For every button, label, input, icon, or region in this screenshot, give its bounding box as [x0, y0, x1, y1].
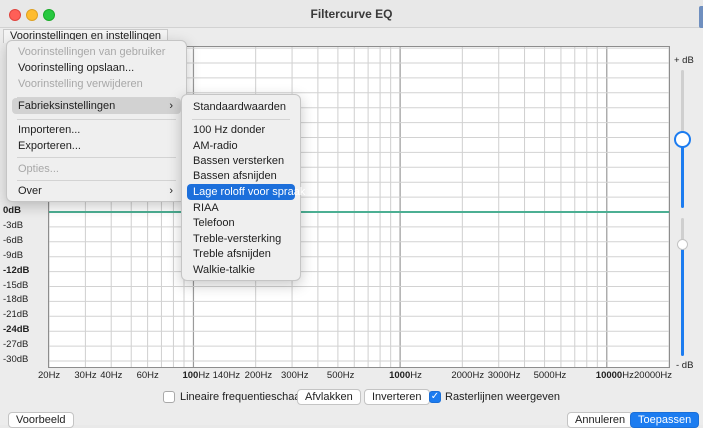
frequency-axis-label: 140Hz	[212, 370, 241, 381]
frequency-axis-label: 20Hz	[38, 370, 61, 381]
menu-separator	[17, 119, 176, 120]
max-db-slider-thumb[interactable]	[674, 131, 691, 148]
linear-scale-label[interactable]: Lineaire frequentieschaal	[180, 391, 303, 403]
flatten-button[interactable]: Afvlakken	[297, 389, 361, 405]
db-axis-label: -15dB	[3, 279, 29, 291]
frequency-axis-label: 10000Hz	[596, 370, 634, 381]
frequency-axis-label: 40Hz	[100, 370, 123, 381]
menu-separator	[17, 157, 176, 158]
linear-scale-checkbox[interactable]	[163, 391, 175, 403]
frequency-axis-label: 1000Hz	[389, 370, 422, 381]
cancel-button[interactable]: Annuleren	[567, 412, 634, 428]
preset-riaa[interactable]: RIAA	[187, 200, 295, 216]
graph-controls-row: Lineaire frequentieschaal Afvlakken Inve…	[0, 386, 703, 408]
preset-walkie-talkie[interactable]: Walkie-talkie	[187, 262, 295, 278]
frequency-axis-label: 30Hz	[74, 370, 97, 381]
factory-presets-submenu: Standaardwaarden 100 Hz donder AM-radio …	[181, 94, 305, 281]
min-db-slider-thumb[interactable]	[677, 239, 688, 250]
frequency-axis-label-unit: Hz	[410, 370, 422, 381]
invert-button[interactable]: Inverteren	[364, 389, 430, 405]
db-axis-label: -18dB	[3, 294, 29, 306]
filtercurve-eq-window: Filtercurve EQ Voorinstellingen en inste…	[0, 0, 703, 428]
preset-am-radio[interactable]: AM-radio	[187, 138, 295, 154]
background-window-edge	[699, 6, 703, 28]
menu-item-import[interactable]: Importeren...	[12, 122, 181, 138]
menu-item-save-preset[interactable]: Voorinstelling opslaan...	[12, 60, 181, 76]
menu-item-export[interactable]: Exporteren...	[12, 138, 181, 154]
menu-separator	[17, 180, 176, 181]
frequency-axis-label: 200Hz	[244, 370, 273, 381]
db-axis-label: 0dB	[3, 205, 21, 216]
db-axis-label: -6dB	[3, 234, 24, 246]
menu-item-factory-presets[interactable]: Fabrieksinstellingen ›	[12, 98, 181, 114]
db-axis-label: -9dB	[3, 249, 24, 261]
preset-low-rolloff-speech[interactable]: Lage roloff voor spraak	[187, 184, 305, 200]
preset-100hz-thunder[interactable]: 100 Hz donder	[187, 122, 295, 138]
menu-item-about-label: Over	[18, 185, 42, 197]
max-db-slider-track-upper[interactable]	[681, 70, 684, 138]
title-bar: Filtercurve EQ	[0, 0, 703, 28]
frequency-axis-label: 100Hz	[182, 370, 209, 381]
frequency-axis-label: 500Hz	[326, 370, 355, 381]
preset-telephone[interactable]: Telefoon	[187, 215, 295, 231]
frequency-axis-label: 3000Hz	[487, 370, 521, 381]
frequency-axis-label-value: 10000	[595, 370, 623, 381]
db-axis-label: -24dB	[3, 324, 30, 336]
submenu-separator	[192, 119, 290, 120]
frequency-axis-label-value: 100	[182, 370, 199, 381]
apply-button[interactable]: Toepassen	[630, 412, 700, 428]
submenu-chevron-icon: ›	[169, 100, 173, 112]
db-axis-label: -3dB	[3, 219, 24, 231]
db-axis-label: -27dB	[3, 339, 29, 351]
frequency-axis-label: 2000Hz	[451, 370, 485, 381]
frequency-axis-label-unit: Hz	[198, 370, 210, 381]
menu-item-factory-presets-label: Fabrieksinstellingen	[18, 100, 116, 112]
frequency-axis-label: 60Hz	[136, 370, 159, 381]
menu-item-options: Opties...	[18, 163, 59, 175]
menu-item-delete-preset: Voorinstelling verwijderen	[18, 78, 143, 90]
frequency-axis-label: 20000Hz	[634, 370, 673, 381]
db-axis-label: -30dB	[3, 354, 29, 365]
preview-button[interactable]: Voorbeeld	[8, 412, 74, 428]
db-axis-label: -12dB	[3, 264, 30, 276]
gridlines-label[interactable]: Rasterlijnen weergeven	[445, 391, 560, 403]
min-db-slider-track-lower[interactable]	[681, 248, 684, 356]
frequency-axis-label: 300Hz	[281, 370, 309, 381]
preset-treble-boost[interactable]: Treble-versterking	[187, 231, 295, 247]
max-db-slider-track-lower[interactable]	[681, 140, 684, 208]
preset-bass-cut[interactable]: Bassen afsnijden	[187, 168, 295, 184]
frequency-axis-label: 5000Hz	[533, 370, 567, 381]
frequency-axis-label-value: 1000	[389, 370, 411, 381]
menu-item-user-presets: Voorinstellingen van gebruiker	[18, 46, 166, 58]
submenu-chevron-icon: ›	[169, 185, 173, 197]
window-title: Filtercurve EQ	[310, 7, 393, 21]
preset-bass-boost[interactable]: Bassen versterken	[187, 153, 295, 169]
presets-dropdown-menu: Voorinstellingen van gebruiker Voorinste…	[6, 40, 187, 202]
preset-treble-cut[interactable]: Treble afsnijden	[187, 246, 295, 262]
preset-default-values[interactable]: Standaardwaarden	[187, 99, 295, 115]
menu-item-about[interactable]: Over ›	[12, 183, 181, 199]
frequency-axis-label-unit: Hz	[622, 370, 634, 381]
frequency-axis-labels: 20Hz 30Hz 40Hz 60Hz 100Hz 140Hz 200Hz 300Hz 500H…	[0, 370, 703, 384]
db-min-label: - dB	[676, 360, 694, 371]
db-max-label: + dB	[674, 55, 694, 66]
db-axis-label: -21dB	[3, 309, 29, 321]
gridlines-checkbox[interactable]: ✓	[429, 391, 441, 403]
